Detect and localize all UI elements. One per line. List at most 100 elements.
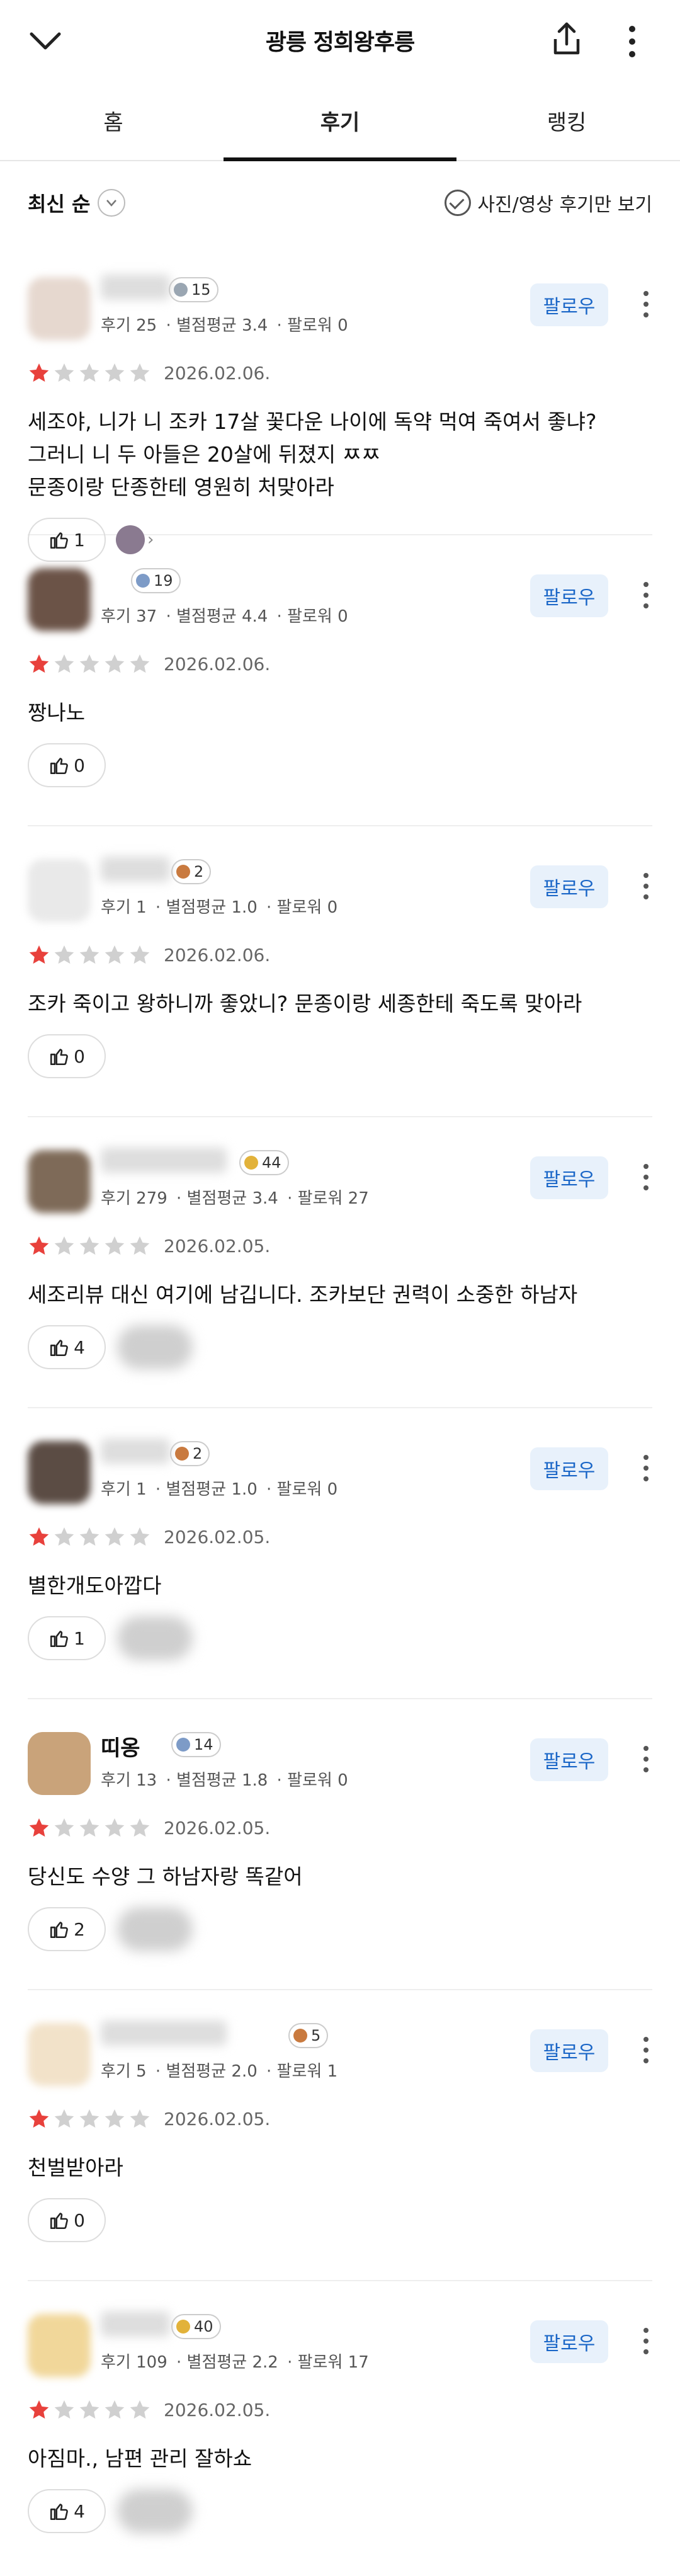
review-list: 15 후기 25 · 별점평균 3.4 · 팔로워 0 팔로우 2026.02.06.… xyxy=(0,244,680,2571)
follow-button[interactable]: 팔로우 xyxy=(530,2320,608,2363)
avatar[interactable] xyxy=(28,1441,91,1504)
sort-dropdown[interactable]: 최신 순 xyxy=(28,188,126,217)
avatar[interactable] xyxy=(28,1150,91,1213)
reviewer-name-blurred[interactable] xyxy=(101,1148,227,1173)
star-icon xyxy=(54,2400,74,2419)
star-icon xyxy=(105,2400,125,2419)
review-text-line: 세조리뷰 대신 여기에 남깁니다. 조카보단 권력이 소중한 하남자 xyxy=(28,1282,578,1307)
reviewer-name-blurred[interactable] xyxy=(101,2311,170,2337)
more-vert-icon[interactable] xyxy=(640,1452,652,1484)
follow-button[interactable]: 팔로우 xyxy=(530,2029,608,2072)
like-button[interactable]: 4 xyxy=(28,1325,106,1369)
review-date: 2026.02.06. xyxy=(164,944,271,966)
follow-button[interactable]: 팔로우 xyxy=(530,574,608,617)
average-rating: 별점평균 1.0 xyxy=(166,1480,258,1499)
more-vert-icon[interactable] xyxy=(640,870,652,902)
more-vert-icon[interactable] xyxy=(640,1161,652,1193)
like-count: 1 xyxy=(74,1627,85,1649)
avatar[interactable] xyxy=(28,859,91,922)
review-actions: 4 xyxy=(28,1325,193,1369)
follow-button[interactable]: 팔로우 xyxy=(530,1447,608,1490)
review-item: 2 후기 1 · 별점평균 1.0 · 팔로워 0 팔로우 2026.02.05. 별한… xyxy=(28,1408,652,1699)
review-text-line: 문종이랑 단종한테 영원히 처맞아라 xyxy=(28,475,334,499)
review-actions: 4 xyxy=(28,2489,193,2533)
star-icon xyxy=(29,654,49,673)
follow-button[interactable]: 팔로우 xyxy=(530,865,608,908)
review-date: 2026.02.06. xyxy=(164,653,271,675)
reviewer-name[interactable]: 띠옹 xyxy=(101,1731,140,1762)
chevron-down-icon[interactable] xyxy=(28,25,63,55)
level-icon xyxy=(136,574,150,588)
photo-only-toggle[interactable]: 사진/영상 후기만 보기 xyxy=(445,189,652,217)
review-actions: 0 xyxy=(28,743,106,787)
like-button[interactable]: 0 xyxy=(28,2198,106,2242)
like-count: 0 xyxy=(74,1046,85,1067)
star-icon xyxy=(29,1236,49,1255)
level-icon xyxy=(176,865,190,879)
tab-home[interactable]: 홈 xyxy=(0,81,227,160)
follower-count: 팔로워 0 xyxy=(276,898,338,917)
check-circle-icon xyxy=(445,190,472,216)
liker-avatars-blurred[interactable] xyxy=(117,1907,193,1951)
star-icon xyxy=(79,1527,99,1546)
star-icon xyxy=(130,1527,150,1546)
star-rating: 2026.02.05. xyxy=(28,1525,270,1548)
star-rating: 2026.02.05. xyxy=(28,1234,270,1257)
review-text: 세조리뷰 대신 여기에 남깁니다. 조카보단 권력이 소중한 하남자 xyxy=(28,1279,577,1311)
tab-ranking[interactable]: 랭킹 xyxy=(453,81,680,160)
level-number: 5 xyxy=(311,2027,321,2044)
star-icon xyxy=(29,2400,49,2419)
tab-reviews[interactable]: 후기 xyxy=(224,81,456,161)
reviewer-stats: 후기 1 · 별점평균 1.0 · 팔로워 0 xyxy=(101,1480,338,1499)
review-text-line: 아짐마., 남편 관리 잘하쇼 xyxy=(28,2446,252,2471)
more-vert-icon[interactable] xyxy=(640,2325,652,2357)
chevron-down-icon xyxy=(98,189,126,217)
thumbs-up-icon xyxy=(50,1049,68,1066)
star-icon xyxy=(105,1818,125,1837)
like-button[interactable]: 0 xyxy=(28,1034,106,1078)
more-vert-icon[interactable] xyxy=(640,579,652,611)
avatar[interactable] xyxy=(28,2314,91,2377)
like-button[interactable]: 4 xyxy=(28,2489,106,2533)
share-icon[interactable] xyxy=(549,20,584,58)
review-text: 아짐마., 남편 관리 잘하쇼 xyxy=(28,2442,252,2475)
more-vert-icon[interactable] xyxy=(640,288,652,320)
review-actions: 0 xyxy=(28,2198,106,2242)
reviewer-stats: 후기 13 · 별점평균 1.8 · 팔로워 0 xyxy=(101,1771,348,1790)
thumbs-up-icon xyxy=(50,1340,68,1357)
level-badge: 2 xyxy=(170,1441,210,1466)
star-icon xyxy=(130,654,150,673)
review-text-line: 그러니 니 두 아들은 20살에 뒤졌지 ㅉㅉ xyxy=(28,442,381,467)
like-button[interactable]: 2 xyxy=(28,1907,106,1951)
reviewer-name-blurred[interactable] xyxy=(101,857,170,882)
review-text: 별한개도아깝다 xyxy=(28,1570,162,1602)
review-actions: 1 xyxy=(28,1616,193,1660)
more-vert-icon[interactable] xyxy=(640,1743,652,1775)
more-vert-icon[interactable] xyxy=(640,2034,652,2066)
follow-button[interactable]: 팔로우 xyxy=(530,1156,608,1199)
reviewer-name-blurred[interactable] xyxy=(101,2020,227,2046)
thumbs-up-icon xyxy=(50,2504,68,2521)
liker-avatars-blurred[interactable] xyxy=(117,2489,193,2533)
photo-only-label: 사진/영상 후기만 보기 xyxy=(477,194,652,216)
average-rating: 별점평균 2.2 xyxy=(186,2353,278,2372)
liker-avatars-blurred[interactable] xyxy=(117,1616,193,1660)
follow-button[interactable]: 팔로우 xyxy=(530,283,608,326)
review-item: 44 후기 279 · 별점평균 3.4 · 팔로워 27 팔로우 2026.02.0… xyxy=(28,1117,652,1408)
more-vert-icon[interactable] xyxy=(625,23,640,60)
liker-avatars-blurred[interactable] xyxy=(117,1325,193,1369)
thumbs-up-icon xyxy=(50,2213,68,2230)
avatar[interactable] xyxy=(28,277,91,340)
follow-button[interactable]: 팔로우 xyxy=(530,1738,608,1781)
review-text: 짱나노 xyxy=(28,697,85,729)
avatar[interactable] xyxy=(28,2023,91,2086)
filter-bar: 최신 순 사진/영상 후기만 보기 xyxy=(0,161,680,244)
reviewer-name-blurred[interactable] xyxy=(101,275,170,300)
reviewer-name-blurred[interactable] xyxy=(101,1439,170,1464)
avatar[interactable] xyxy=(28,568,91,631)
average-rating: 별점평균 3.4 xyxy=(186,1189,278,1208)
like-button[interactable]: 0 xyxy=(28,743,106,787)
review-text: 세조야, 니가 니 조카 17살 꽃다운 나이에 독약 먹여 죽여서 좋냐? 그러… xyxy=(28,406,597,504)
avatar[interactable] xyxy=(28,1732,91,1795)
like-button[interactable]: 1 xyxy=(28,1616,106,1660)
